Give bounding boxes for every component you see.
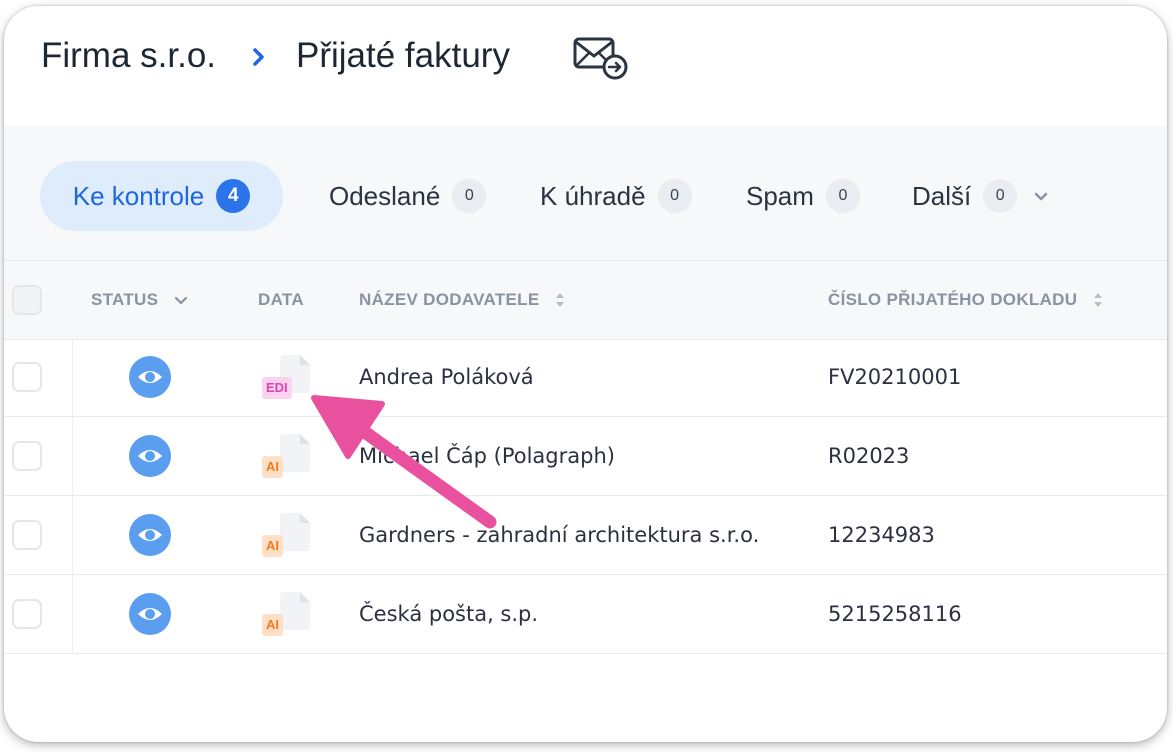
row-checkbox[interactable]: [12, 520, 42, 550]
mail-forward-icon[interactable]: [572, 34, 630, 82]
tab-odeslane[interactable]: Odeslané 0: [329, 161, 487, 231]
column-supplier[interactable]: NÁZEV DODAVATELE: [359, 261, 567, 339]
filter-tabs: Ke kontrole 4 Odeslané 0 K úhradě 0 Spam…: [4, 126, 1167, 260]
sort-icon: [1094, 293, 1103, 307]
column-label: ČÍSLO PŘIJATÉHO DOKLADU: [828, 290, 1078, 309]
document-number: 5215258116: [828, 602, 962, 626]
sort-icon: [556, 293, 565, 307]
document-icon: AI: [260, 434, 316, 482]
tab-spam[interactable]: Spam 0: [746, 161, 860, 231]
divider: [72, 496, 73, 574]
document-number: 12234983: [828, 523, 935, 547]
eye-icon[interactable]: [129, 356, 171, 398]
divider: [72, 417, 73, 495]
invoice-panel: Firma s.r.o. Přijaté faktury Ke kontrole…: [4, 6, 1167, 742]
table-header: STATUS DATA NÁZEV DODAVATELE ČÍSLO PŘIJA…: [4, 260, 1167, 340]
column-label: DATA: [258, 290, 304, 309]
chevron-right-icon: [253, 48, 264, 66]
divider: [72, 575, 73, 653]
tab-label: Odeslané: [329, 180, 441, 211]
chevron-down-icon: [1035, 192, 1048, 201]
document-icon: AI: [260, 592, 316, 640]
tab-dalsi[interactable]: Další 0: [912, 161, 1051, 231]
supplier-name: Gardners - zahradní architektura s.r.o.: [359, 523, 760, 547]
eye-icon[interactable]: [129, 593, 171, 635]
row-checkbox[interactable]: [12, 441, 42, 471]
column-label: NÁZEV DODAVATELE: [359, 290, 540, 309]
table-row[interactable]: AI Česká pošta, s.p. 5215258116: [4, 575, 1167, 654]
breadcrumb-company[interactable]: Firma s.r.o.: [41, 36, 216, 76]
supplier-name: Michael Čáp (Polagraph): [359, 444, 615, 468]
table-row[interactable]: AI Gardners - zahradní architektura s.r.…: [4, 496, 1167, 575]
row-checkbox[interactable]: [12, 362, 42, 392]
data-type-badge: AI: [262, 614, 283, 636]
page-header: Firma s.r.o. Přijaté faktury: [4, 6, 1167, 126]
table-row[interactable]: EDI Andrea Poláková FV20210001: [4, 338, 1167, 417]
divider: [72, 338, 73, 416]
table-row[interactable]: AI Michael Čáp (Polagraph) R02023: [4, 417, 1167, 496]
eye-icon[interactable]: [129, 514, 171, 556]
data-type-badge: AI: [262, 456, 283, 478]
document-icon: EDI: [260, 355, 316, 403]
count-badge: 0: [452, 179, 487, 213]
tab-label: Ke kontrole: [72, 180, 205, 211]
tab-label: K úhradě: [540, 180, 646, 211]
tab-ke-kontrole[interactable]: Ke kontrole 4: [40, 161, 283, 231]
tab-k-uhrade[interactable]: K úhradě 0: [540, 161, 692, 231]
column-doc-number[interactable]: ČÍSLO PŘIJATÉHO DOKLADU: [828, 261, 1105, 339]
tab-label: Další: [912, 180, 972, 211]
supplier-name: Česká pošta, s.p.: [359, 602, 539, 626]
column-data: DATA: [258, 261, 304, 339]
count-badge: 4: [216, 179, 251, 213]
column-label: STATUS: [91, 290, 159, 309]
tab-label: Spam: [746, 180, 814, 211]
count-badge: 0: [825, 179, 860, 213]
data-type-badge: EDI: [262, 377, 292, 399]
invoice-list: EDI Andrea Poláková FV20210001 AI Michae…: [4, 338, 1167, 654]
document-number: FV20210001: [828, 365, 962, 389]
document-number: R02023: [828, 444, 910, 468]
page-title: Přijaté faktury: [296, 36, 510, 75]
row-checkbox[interactable]: [12, 599, 42, 629]
select-all-checkbox[interactable]: [12, 285, 42, 315]
count-badge: 0: [983, 179, 1018, 213]
count-badge: 0: [657, 179, 692, 213]
data-type-badge: AI: [262, 535, 283, 557]
supplier-name: Andrea Poláková: [359, 365, 534, 389]
eye-icon[interactable]: [129, 435, 171, 477]
chevron-down-icon: [175, 296, 188, 305]
column-status[interactable]: STATUS: [91, 261, 190, 339]
document-icon: AI: [260, 513, 316, 561]
